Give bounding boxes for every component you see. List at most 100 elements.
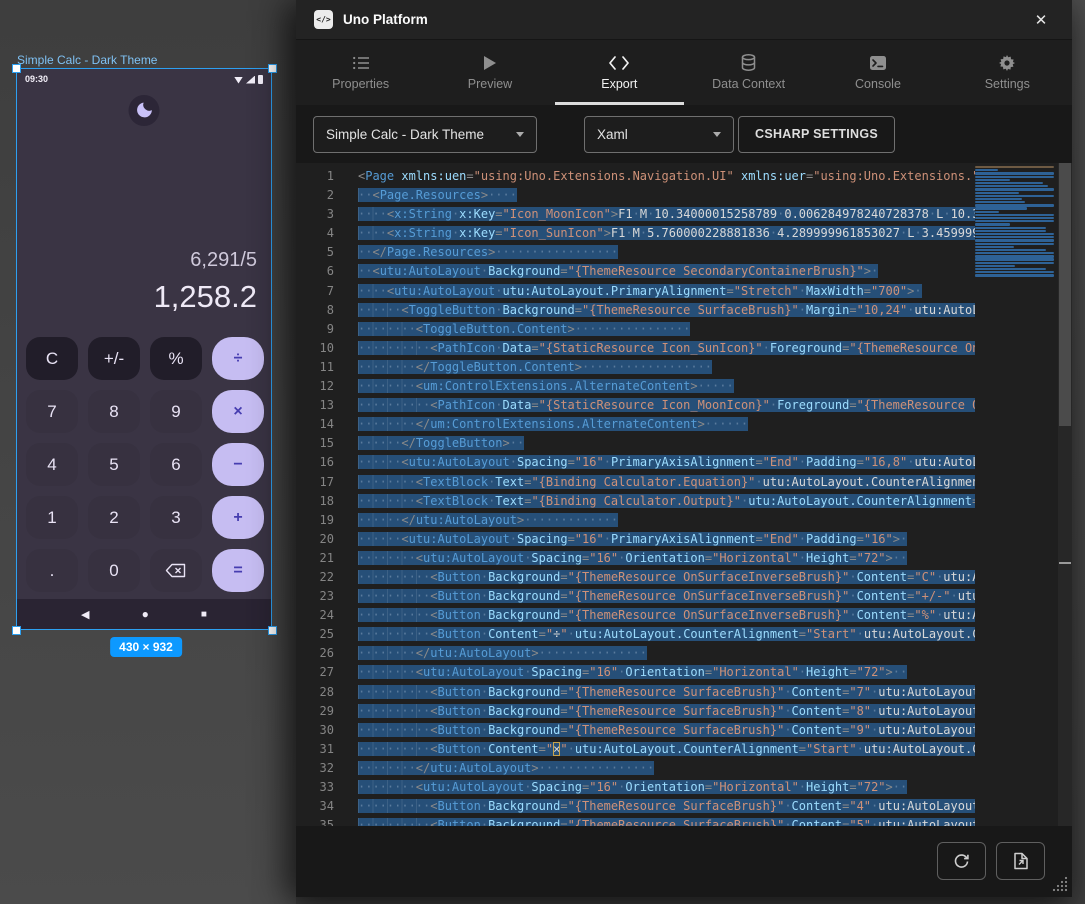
line-number: 8 [296,301,352,320]
calc-key-C[interactable]: C [26,337,78,380]
code-line[interactable]: ······<utu:AutoLayout·Spacing="16"·Prima… [358,453,975,472]
calc-key-6[interactable]: 6 [150,443,202,486]
code-line[interactable]: ··<Page.Resources>···· [358,186,975,205]
code-line[interactable]: ··········<Button·Background="{ThemeReso… [358,721,975,740]
tab-label: Preview [468,77,512,91]
vertical-scrollbar[interactable] [1058,163,1072,826]
selection-handle-bottom-right[interactable] [268,626,277,635]
phone-frame-preview[interactable]: 09:30 6,291/5 1,258.2 C+/-%÷789×456−123+… [16,68,272,630]
scrollbar-thumb[interactable] [1059,163,1071,426]
code-line[interactable]: ········</ToggleButton.Content>·········… [358,358,975,377]
code-line[interactable]: ··········<Button·Content="×"·utu:AutoLa… [358,740,975,759]
nav-recent-icon[interactable]: ■ [201,609,207,620]
csharp-settings-button[interactable]: CSHARP SETTINGS [738,116,895,153]
code-line[interactable]: ······<utu:AutoLayout·Spacing="16"·Prima… [358,530,975,549]
code-line[interactable]: ········<TextBlock·Text="{Binding Calcul… [358,492,975,511]
calc-key-%[interactable]: % [150,337,202,380]
nav-back-icon[interactable]: ◀ [81,608,89,621]
export-file-button[interactable] [996,842,1045,880]
calc-key-+/-[interactable]: +/- [88,337,140,380]
theme-toggle-button[interactable] [129,95,160,126]
tab-properties[interactable]: Properties [296,40,425,105]
calc-key-−[interactable]: − [212,443,264,486]
code-line[interactable]: ····<x:String·x:Key="Icon_MoonIcon">F1·M… [358,205,975,224]
code-line[interactable]: ··········<PathIcon·Data="{StaticResourc… [358,396,975,415]
tab-preview[interactable]: Preview [425,40,554,105]
code-line[interactable]: ··········<Button·Background="{ThemeReso… [358,606,975,625]
code-line[interactable]: ······<ToggleButton·Background="{ThemeRe… [358,301,975,320]
code-pane[interactable]: <Page xmlns:uen="using:Uno.Extensions.Na… [352,163,975,826]
code-line[interactable]: ··········<Button·Background="{ThemeReso… [358,568,975,587]
frame-label[interactable]: Simple Calc - Dark Theme [17,53,157,67]
code-line[interactable]: ··········<Button·Background="{ThemeReso… [358,816,975,826]
calc-key-3[interactable]: 3 [150,496,202,539]
line-number: 9 [296,320,352,339]
code-line[interactable]: ····<x:String·x:Key="Icon_SunIcon">F1·M·… [358,224,975,243]
code-line[interactable]: ········</utu:AutoLayout>···············… [358,759,975,778]
calculator-output: 1,258.2 [154,275,257,319]
line-number: 10 [296,339,352,358]
calc-key-5[interactable]: 5 [88,443,140,486]
calc-key-8[interactable]: 8 [88,390,140,433]
calc-key-7[interactable]: 7 [26,390,78,433]
close-icon[interactable]: ✕ [1028,7,1054,33]
code-line[interactable]: ··········<PathIcon·Data="{StaticResourc… [358,339,975,358]
calculator-equation: 6,291/5 [154,245,257,275]
code-line[interactable]: <Page xmlns:uen="using:Uno.Extensions.Na… [358,167,975,186]
nav-home-icon[interactable]: ● [142,607,149,621]
line-number: 7 [296,282,352,301]
design-canvas[interactable]: Simple Calc - Dark Theme 09:30 6,291/5 1… [0,0,296,904]
code-line[interactable]: ········<um:ControlExtensions.AlternateC… [358,377,975,396]
selection-handle-top-left[interactable] [12,64,21,73]
minimap[interactable] [975,163,1058,826]
tab-data-context[interactable]: Data Context [684,40,813,105]
calc-key-×[interactable]: × [212,390,264,433]
refresh-button[interactable] [937,842,986,880]
tab-label: Export [601,77,637,91]
code-line[interactable]: ········</um:ControlExtensions.Alternate… [358,415,975,434]
calc-key-9[interactable]: 9 [150,390,202,433]
code-line[interactable]: ··········<Button·Background="{ThemeReso… [358,797,975,816]
gear-icon [998,54,1016,72]
code-line[interactable]: ··········<Button·Background="{ThemeReso… [358,683,975,702]
calc-key-0[interactable]: 0 [88,549,140,592]
code-line[interactable]: ········<utu:AutoLayout·Spacing="16"·Ori… [358,778,975,797]
selection-handle-bottom-left[interactable] [12,626,21,635]
calc-key-1[interactable]: 1 [26,496,78,539]
code-line[interactable]: ········<TextBlock·Text="{Binding Calcul… [358,473,975,492]
code-line[interactable]: ··········<Button·Background="{ThemeReso… [358,702,975,721]
tab-console[interactable]: Console [813,40,942,105]
tab-export[interactable]: Export [555,40,684,105]
code-line[interactable]: ········</utu:AutoLayout>··············· [358,644,975,663]
format-select-dropdown[interactable]: Xaml [584,116,734,153]
selection-handle-top-right[interactable] [268,64,277,73]
calc-key-4[interactable]: 4 [26,443,78,486]
code-line[interactable]: ······</utu:AutoLayout>············· [358,511,975,530]
calc-key-2[interactable]: 2 [88,496,140,539]
calc-key-⌫[interactable] [150,549,202,592]
window-title: Uno Platform [343,12,428,27]
line-number: 33 [296,778,352,797]
code-line[interactable]: ········<utu:AutoLayout·Spacing="16"·Ori… [358,549,975,568]
code-line[interactable]: ··········<Button·Background="{ThemeReso… [358,587,975,606]
resize-grip[interactable] [1051,875,1069,893]
export-file-icon [1013,852,1029,870]
code-line[interactable]: ········<ToggleButton.Content>··········… [358,320,975,339]
calc-key-=[interactable]: = [212,549,264,592]
chevron-down-icon [713,132,721,137]
code-line[interactable]: ········<utu:AutoLayout·Spacing="16"·Ori… [358,663,975,682]
window-title-bar: </> Uno Platform ✕ [296,0,1072,40]
code-line[interactable]: ······</ToggleButton>·· [358,434,975,453]
code-icon [609,54,629,72]
code-line[interactable]: ··</Page.Resources>················· [358,243,975,262]
tab-settings[interactable]: Settings [943,40,1072,105]
code-line[interactable]: ··········<Button·Content="÷"·utu:AutoLa… [358,625,975,644]
code-line[interactable]: ····<utu:AutoLayout·utu:AutoLayout.Prima… [358,282,975,301]
calc-key-.[interactable]: . [26,549,78,592]
calc-key-+[interactable]: + [212,496,264,539]
calc-key-÷[interactable]: ÷ [212,337,264,380]
code-line[interactable]: ··<utu:AutoLayout·Background="{ThemeReso… [358,262,975,281]
code-editor[interactable]: 1234567891011121314151617181920212223242… [296,163,1072,826]
frame-select-dropdown[interactable]: Simple Calc - Dark Theme [313,116,537,153]
moon-icon [136,102,153,119]
